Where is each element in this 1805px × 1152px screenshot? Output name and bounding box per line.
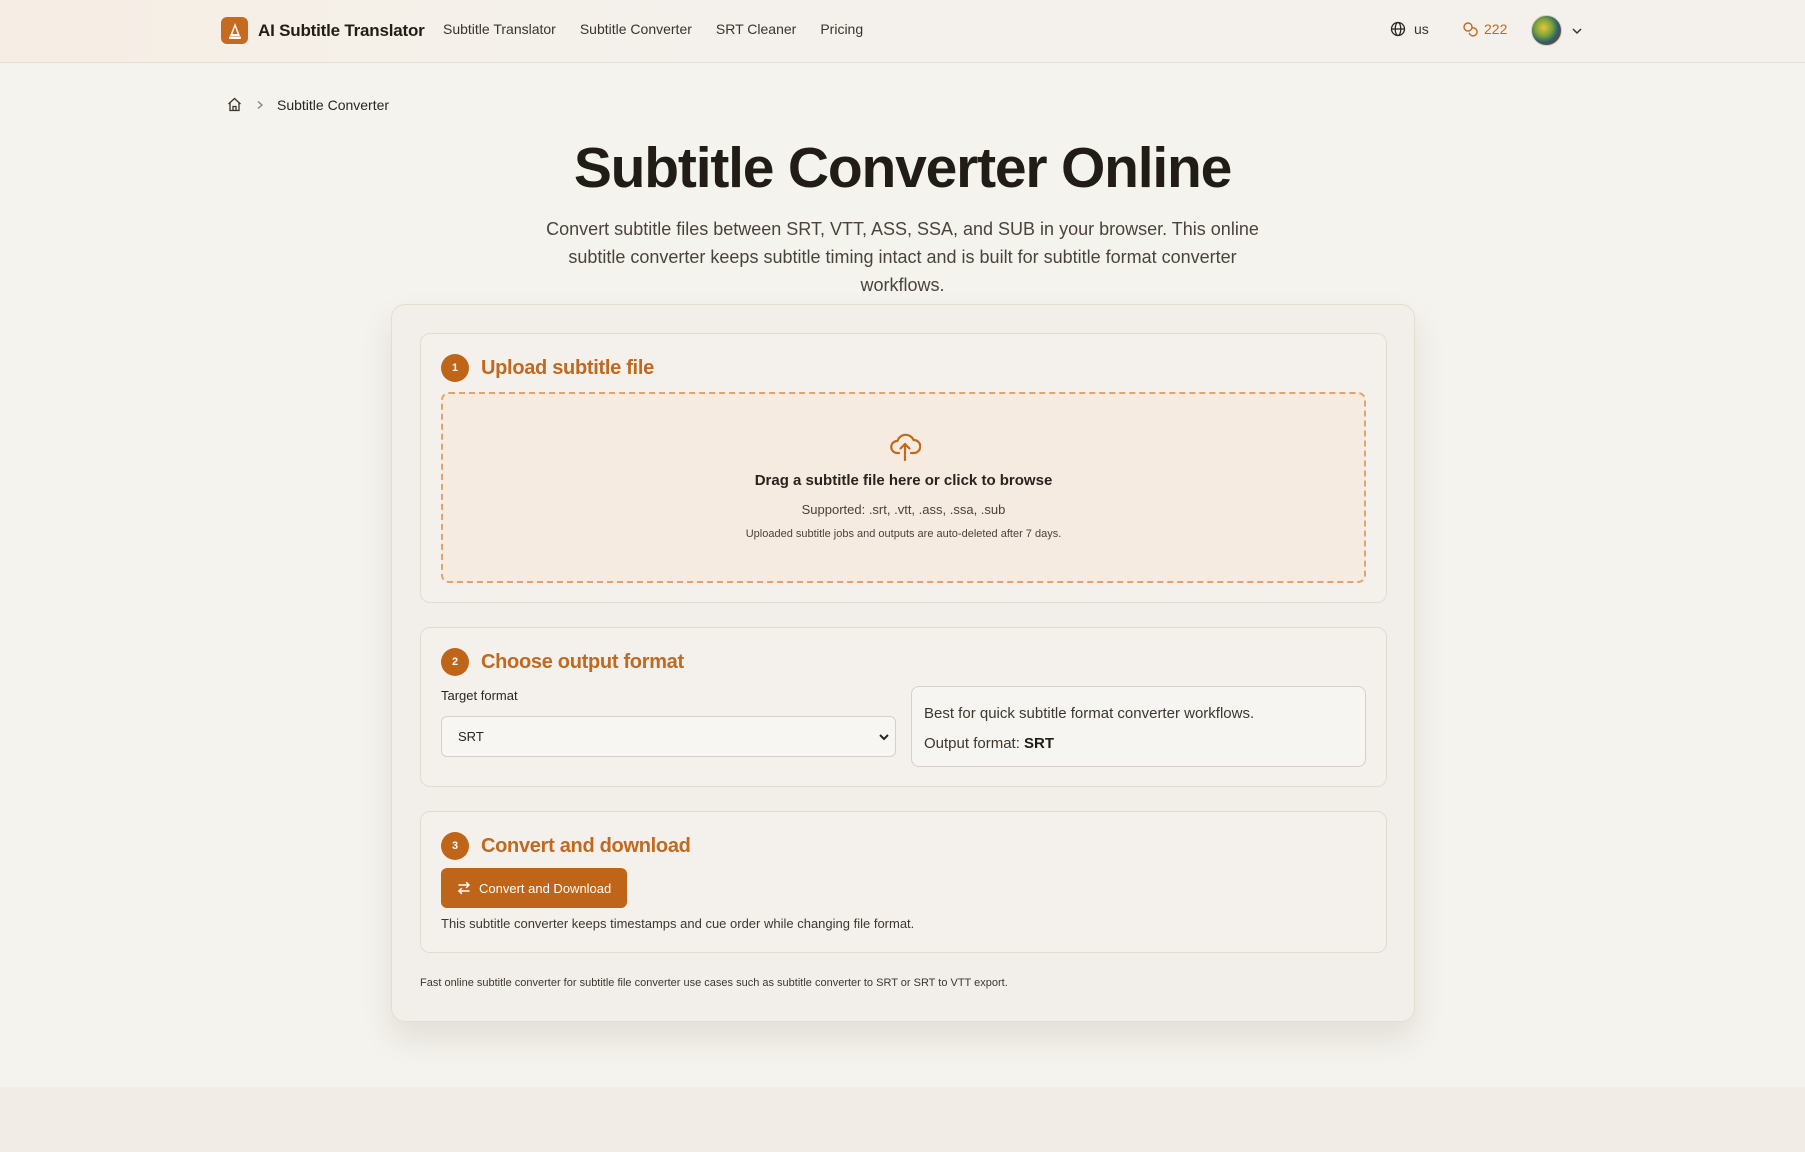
dropzone-instruction: Drag a subtitle file here or click to br… [754, 472, 1053, 489]
file-dropzone[interactable]: Drag a subtitle file here or click to br… [441, 392, 1366, 583]
avatar[interactable] [1531, 15, 1562, 46]
account-menu[interactable] [1531, 15, 1584, 46]
step-format-header: 2 Choose output format [441, 648, 684, 676]
step-title: Choose output format [481, 650, 684, 673]
convert-button-label: Convert and Download [479, 880, 612, 896]
brand-name: AI Subtitle Translator [258, 20, 425, 40]
breadcrumb: Subtitle Converter [226, 96, 389, 113]
page-title: Subtitle Converter Online [573, 136, 1232, 200]
step-title: Upload subtitle file [481, 356, 654, 379]
nav-subtitle-translator[interactable]: Subtitle Translator [443, 21, 556, 37]
footer-band [0, 1087, 1805, 1152]
step-format: 2 Choose output format Target format SRT… [420, 627, 1387, 787]
format-description: Best for quick subtitle format converter… [924, 705, 1255, 722]
brand-link[interactable]: AI Subtitle Translator [221, 17, 425, 44]
step-convert-header: 3 Convert and download [441, 832, 691, 860]
chevron-down-icon[interactable] [1570, 24, 1584, 38]
nav-subtitle-converter[interactable]: Subtitle Converter [580, 21, 692, 37]
convert-note: This subtitle converter keeps timestamps… [441, 916, 915, 931]
convert-download-button[interactable]: Convert and Download [441, 868, 628, 908]
credits-count: 222 [1484, 21, 1508, 37]
step-upload-header: 1 Upload subtitle file [441, 354, 654, 382]
output-format-label: Output format: [924, 735, 1020, 752]
home-icon[interactable] [226, 96, 243, 113]
coins-icon [1463, 22, 1478, 37]
step-number-badge: 2 [441, 648, 469, 676]
nav-pricing[interactable]: Pricing [820, 21, 863, 37]
step-number-badge: 3 [441, 832, 469, 860]
step-title: Convert and download [481, 834, 691, 857]
cloud-upload-icon [890, 433, 921, 462]
chevron-down-icon [879, 734, 889, 741]
top-header: AI Subtitle Translator Subtitle Translat… [0, 0, 1805, 63]
target-format-label: Target format [441, 688, 518, 703]
breadcrumb-current: Subtitle Converter [277, 96, 390, 113]
step-upload: 1 Upload subtitle file Drag a subtitle f… [420, 333, 1387, 603]
converter-card: 1 Upload subtitle file Drag a subtitle f… [391, 304, 1415, 1022]
language-switcher[interactable]: us [1390, 21, 1429, 37]
page-description: Convert subtitle files between SRT, VTT,… [546, 219, 1259, 295]
output-format-value: SRT [1024, 735, 1055, 752]
main-nav: Subtitle Translator Subtitle Converter S… [443, 21, 863, 37]
chevron-right-icon [257, 100, 263, 109]
format-info-panel: Best for quick subtitle format converter… [911, 686, 1366, 767]
globe-icon [1390, 21, 1406, 37]
auto-delete-note: Uploaded subtitle jobs and outputs are a… [745, 528, 1062, 540]
card-footer-note: Fast online subtitle converter for subti… [420, 977, 1008, 989]
output-format-line: Output format: SRT [924, 729, 1353, 759]
step-convert: 3 Convert and download Convert and Downl… [420, 811, 1387, 953]
translator-logo-icon [221, 17, 248, 44]
step-number-badge: 1 [441, 354, 469, 382]
supported-formats: Supported: .srt, .vtt, .ass, .ssa, .sub [801, 502, 1006, 517]
language-code: us [1414, 21, 1429, 37]
nav-srt-cleaner[interactable]: SRT Cleaner [716, 21, 796, 37]
arrows-swap-icon [458, 881, 470, 895]
target-format-select[interactable]: SRT [441, 716, 896, 757]
selected-format: SRT [458, 729, 484, 744]
credits-balance[interactable]: 222 [1462, 21, 1507, 37]
